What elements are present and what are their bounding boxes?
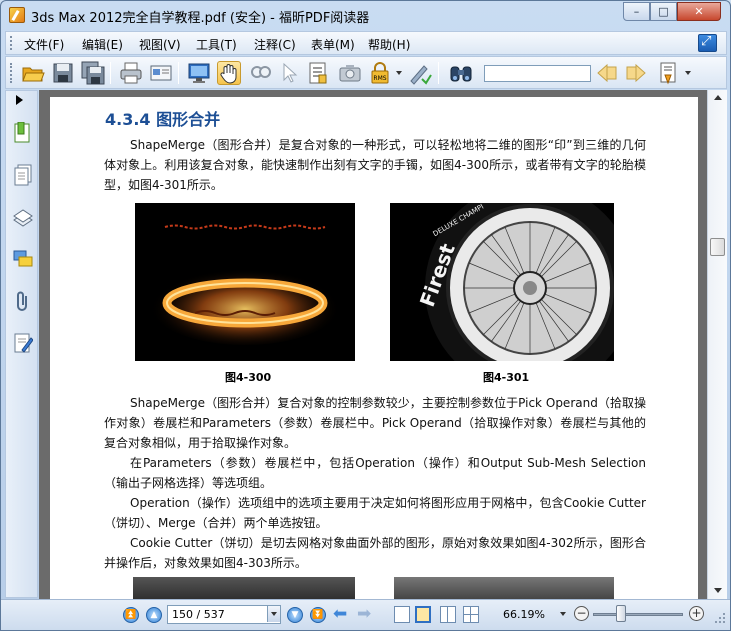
- hand-tool-icon[interactable]: [217, 61, 241, 85]
- section-heading: 4.3.4 图形合并: [105, 110, 221, 129]
- sign-icon[interactable]: [408, 61, 432, 85]
- rms-label: RMS: [373, 75, 386, 82]
- figure-caption-4-301: 图4-301: [483, 371, 530, 384]
- highlight-icon[interactable]: [657, 61, 681, 85]
- save-all-icon[interactable]: [81, 61, 105, 85]
- single-page-view-icon[interactable]: [394, 606, 410, 623]
- minimize-icon: –: [633, 5, 640, 18]
- close-button[interactable]: ✕: [677, 2, 721, 21]
- toolbar-separator: [110, 62, 111, 84]
- toolbar-separator: [438, 62, 439, 84]
- last-page-button[interactable]: ⏬: [310, 607, 326, 623]
- toolbar-separator: [178, 62, 179, 84]
- application-window: 3ds Max 2012完全自学教程.pdf (安全) - 福昕PDF阅读器 –…: [0, 0, 731, 631]
- minimize-button[interactable]: –: [623, 2, 650, 21]
- print-icon[interactable]: [119, 61, 143, 85]
- facing-view-icon[interactable]: [440, 606, 456, 623]
- menu-view[interactable]: 视图(V): [139, 36, 181, 53]
- menu-bar: 文件(F) 编辑(E) 视图(V) 工具(T) 注释(C) 表单(M) 帮助(H…: [5, 31, 727, 55]
- status-bar: ⏫ ▲ 150 / 537 ▼ ⏬ ⬅ ➡ 66.19% − +: [1, 599, 730, 630]
- first-page-button[interactable]: ⏫: [123, 607, 139, 623]
- search-input[interactable]: [484, 65, 591, 82]
- highlight-dropdown-icon[interactable]: [685, 71, 691, 75]
- scroll-thumb[interactable]: [710, 238, 725, 256]
- scroll-up-icon[interactable]: [714, 95, 722, 100]
- find-icon[interactable]: [449, 61, 473, 85]
- vertical-scrollbar[interactable]: [707, 90, 727, 599]
- figure-4-302-partial: [133, 577, 355, 599]
- title-bar: 3ds Max 2012完全自学教程.pdf (安全) - 福昕PDF阅读器 –…: [1, 1, 730, 30]
- menu-help[interactable]: 帮助(H): [368, 36, 410, 53]
- figure-tire-image: Firest DELUXE CHAMPI: [390, 203, 614, 361]
- next-page-button[interactable]: ▼: [287, 607, 303, 623]
- maximize-button[interactable]: □: [650, 2, 677, 21]
- select-tool-icon[interactable]: [277, 61, 301, 85]
- signatures-icon[interactable]: [13, 332, 34, 354]
- previous-page-icon: ▲: [150, 610, 158, 620]
- paragraph-3: 在Parameters（参数）卷展栏中，包括Operation（操作）和Outp…: [104, 456, 646, 490]
- zoom-level[interactable]: 66.19%: [503, 608, 545, 621]
- comments-icon[interactable]: [13, 248, 33, 270]
- app-logo-icon: [9, 7, 25, 23]
- previous-result-icon[interactable]: [595, 61, 619, 85]
- layers-icon[interactable]: [13, 206, 33, 228]
- page-dropdown-icon[interactable]: [267, 606, 280, 622]
- pages-icon[interactable]: [13, 164, 33, 186]
- open-folder-icon[interactable]: [21, 61, 45, 85]
- zoom-out-button[interactable]: −: [574, 606, 589, 621]
- page-number-field[interactable]: 150 / 537: [167, 605, 281, 624]
- menu-grip[interactable]: [10, 36, 13, 50]
- last-page-icon: ⏬: [312, 610, 324, 620]
- maximize-icon: □: [658, 5, 669, 18]
- zoom-tool-icon[interactable]: [249, 61, 273, 85]
- scroll-down-icon[interactable]: [714, 588, 722, 593]
- fullscreen-icon[interactable]: [187, 61, 211, 85]
- go-back-icon[interactable]: ⬅: [333, 606, 347, 623]
- text-select-icon[interactable]: [306, 61, 330, 85]
- pdf-page: 4.3.4 图形合并 ShapeMerge（图形合并）是复合对象的一种形式，可以…: [50, 97, 698, 599]
- next-page-icon: ▼: [291, 610, 299, 620]
- menu-tools[interactable]: 工具(T): [196, 36, 237, 53]
- resize-grip-icon[interactable]: [713, 611, 727, 625]
- close-icon: ✕: [694, 5, 704, 18]
- navigation-pane: [5, 90, 38, 598]
- restore-document-button[interactable]: [698, 34, 717, 52]
- rms-dropdown-icon[interactable]: [396, 71, 402, 75]
- paragraph-5: Cookie Cutter（饼切）是切去网格对象曲面外部的图形，原始对象效果如图…: [104, 536, 646, 570]
- paragraph-4: Operation（操作）选项组中的选项主要用于决定如何将图形应用于网格中，包含…: [104, 496, 646, 530]
- toolbar-grip[interactable]: [10, 63, 13, 83]
- previous-page-button[interactable]: ▲: [146, 607, 162, 623]
- menu-edit[interactable]: 编辑(E): [82, 36, 123, 53]
- paragraph-1: ShapeMerge（图形合并）是复合对象的一种形式，可以轻松地将二维的图形“印…: [104, 138, 646, 192]
- continuous-facing-view-icon[interactable]: [463, 606, 479, 623]
- save-icon[interactable]: [51, 61, 75, 85]
- go-forward-icon[interactable]: ➡: [357, 606, 371, 623]
- window-title: 3ds Max 2012完全自学教程.pdf (安全) - 福昕PDF阅读器: [31, 11, 370, 26]
- toolbar: RMS: [5, 56, 727, 89]
- continuous-view-icon[interactable]: [415, 606, 431, 623]
- menu-file[interactable]: 文件(F): [24, 36, 64, 53]
- paragraph-2: ShapeMerge（图形合并）复合对象的控制参数较少，主要控制参数位于Pick…: [104, 396, 646, 450]
- next-result-icon[interactable]: [624, 61, 648, 85]
- zoom-slider-thumb[interactable]: [616, 605, 626, 622]
- attachments-icon[interactable]: [13, 290, 33, 312]
- zoom-dropdown-icon[interactable]: [560, 612, 566, 616]
- figure-4-303-partial: [394, 577, 614, 599]
- figure-caption-4-300: 图4-300: [225, 371, 272, 384]
- bookmarks-icon[interactable]: [13, 121, 33, 144]
- zoom-in-button[interactable]: +: [689, 606, 704, 621]
- menu-forms[interactable]: 表单(M): [311, 36, 355, 53]
- zoom-slider-track[interactable]: [593, 613, 683, 616]
- first-page-icon: ⏫: [125, 610, 137, 620]
- rms-lock-icon[interactable]: RMS: [368, 61, 392, 85]
- figure-ring-image: [135, 203, 355, 361]
- email-icon[interactable]: [149, 61, 173, 85]
- snapshot-icon[interactable]: [338, 61, 362, 85]
- expand-pane-icon[interactable]: [16, 95, 23, 105]
- menu-comments[interactable]: 注释(C): [254, 36, 296, 53]
